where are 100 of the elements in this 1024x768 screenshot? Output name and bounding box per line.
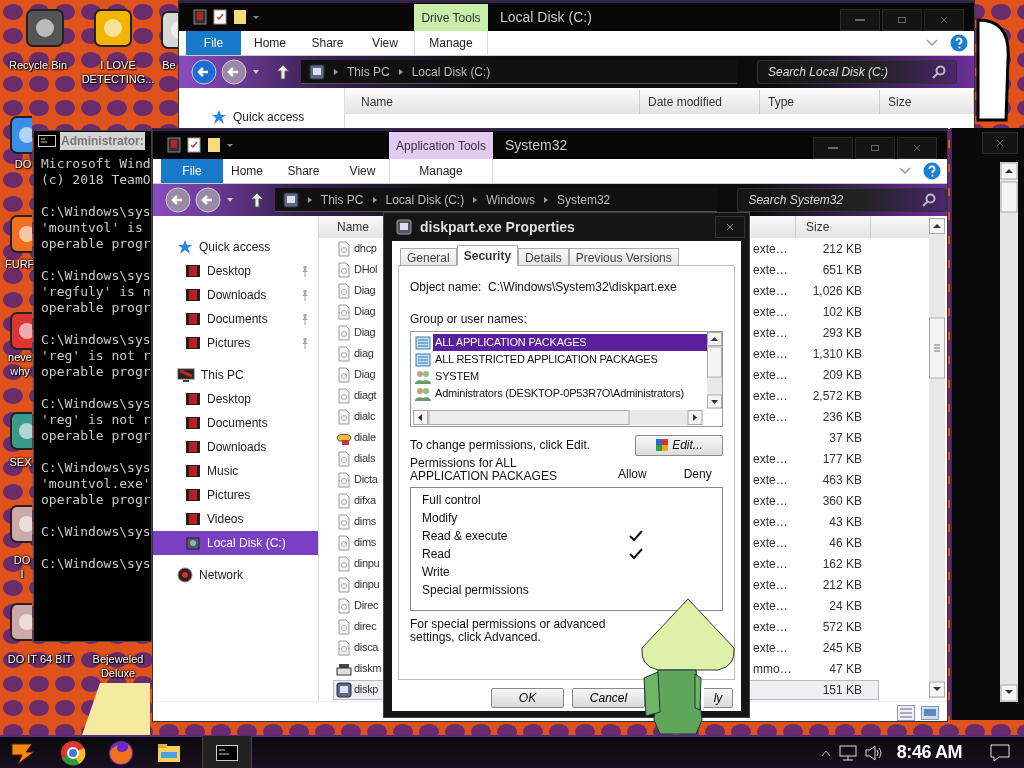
path-bar[interactable]: This PC Local Disk (C:) Windows System32	[274, 188, 718, 212]
nav-item[interactable]: Quick access	[199, 238, 271, 256]
column-header[interactable]: Date modified	[640, 90, 760, 114]
file-name[interactable]: diskm	[354, 660, 382, 677]
pin-icon	[300, 289, 310, 301]
minimize-button[interactable]	[813, 137, 853, 159]
minimize-button[interactable]	[840, 9, 880, 31]
file-name[interactable]: dinpu	[354, 576, 380, 593]
file-name[interactable]: Diag	[354, 324, 376, 341]
search-field[interactable]: Search Local Disk (C:)	[757, 60, 957, 84]
dialog-tab[interactable]: Security	[456, 245, 519, 266]
details-view-icon[interactable]	[897, 704, 915, 721]
list-item[interactable]: ALL RESTRICTED APPLICATION PACKAGES	[433, 351, 707, 368]
dialog-button[interactable]: OK	[491, 688, 564, 708]
dialog-tab[interactable]: General	[400, 248, 457, 266]
icon-label[interactable]: SEX	[8, 455, 33, 469]
dialog-tab[interactable]: Details	[518, 248, 569, 266]
network-icon[interactable]	[838, 744, 857, 761]
ribbon-tab[interactable]: Manage	[414, 31, 488, 55]
app-icon	[10, 505, 32, 543]
console-line: 'mountvol.exe'	[41, 476, 151, 492]
column-header[interactable]: Name	[319, 216, 384, 238]
breadcrumb[interactable]: System32	[556, 190, 611, 209]
file-name[interactable]: difxa	[354, 492, 376, 509]
nav-item[interactable]: This PC	[201, 366, 244, 384]
file-type: exte…	[753, 283, 788, 298]
nav-item[interactable]: Network	[199, 566, 243, 584]
browser-icon[interactable]	[60, 739, 86, 766]
forward-button[interactable]	[195, 187, 221, 213]
notification-icon[interactable]	[990, 743, 1010, 762]
ribbon-tab[interactable]: File	[186, 31, 241, 55]
column-header[interactable]: Type	[760, 90, 880, 114]
breadcrumb[interactable]: Local Disk (C:)	[385, 190, 465, 209]
edit-button[interactable]: Edit...	[635, 434, 723, 456]
column-header[interactable]: Size	[796, 216, 871, 238]
caret-up-icon[interactable]	[820, 748, 831, 757]
list-item[interactable]: ALL APPLICATION PACKAGES	[433, 334, 707, 351]
file-name[interactable]: Dicta	[354, 471, 378, 488]
file-name[interactable]: dhcp	[354, 240, 377, 257]
nav-item[interactable]: Music	[153, 459, 318, 483]
icon-label[interactable]: Be	[160, 58, 178, 72]
nav-item[interactable]: Documents	[153, 307, 318, 331]
volume-icon[interactable]	[864, 744, 883, 761]
file-name[interactable]: dims	[354, 513, 377, 530]
forward-button[interactable]	[221, 59, 247, 85]
ribbon-tab[interactable]: File	[161, 159, 223, 183]
back-button[interactable]	[165, 187, 191, 213]
file-name[interactable]: dialc	[354, 408, 376, 425]
dialog-tab[interactable]: Previous Versions	[568, 248, 679, 266]
file-type: exte…	[753, 598, 788, 613]
nav-item[interactable]: Local Disk (C:)	[153, 531, 318, 555]
dialog-button[interactable]: ly	[704, 688, 733, 708]
nav-item[interactable]: Pictures	[153, 483, 318, 507]
file-name[interactable]: dials	[354, 450, 376, 467]
file-name[interactable]: DHol	[354, 261, 378, 278]
file-icon	[336, 387, 352, 404]
list-item[interactable]: Administrators (DESKTOP-0P53R7O\Administrators)	[433, 385, 707, 402]
maximize-button[interactable]	[882, 9, 922, 31]
list-item[interactable]: SYSTEM	[433, 368, 707, 385]
icon-label[interactable]: FURF	[5, 257, 33, 271]
file-name[interactable]: diagt	[354, 387, 377, 404]
ribbon-tab[interactable]: Manage	[389, 159, 493, 183]
breadcrumb[interactable]: This PC	[320, 190, 364, 209]
breadcrumb[interactable]: Local Disk (C:)	[411, 62, 491, 81]
column-header[interactable]: Size	[880, 90, 974, 114]
nav-item[interactable]: Documents	[153, 411, 318, 435]
icon-label[interactable]: DO I	[11, 553, 33, 581]
nav-item[interactable]: Quick access	[233, 108, 305, 126]
nav-item[interactable]: Pictures	[153, 331, 318, 355]
file-name[interactable]: diskp	[354, 681, 379, 698]
column-header[interactable]: Name	[345, 90, 640, 114]
nav-item[interactable]: Desktop	[153, 259, 318, 283]
nav-item[interactable]: Downloads	[153, 283, 318, 307]
file-name[interactable]: dims	[354, 534, 377, 551]
breadcrumb[interactable]: This PC	[347, 62, 390, 81]
file-name[interactable]: Diag	[354, 366, 376, 383]
nav-item[interactable]: Downloads	[153, 435, 318, 459]
terminal-icon[interactable]	[216, 744, 238, 761]
thumbnail-view-icon[interactable]	[921, 704, 939, 721]
chevron-down-icon	[899, 167, 911, 175]
file-name[interactable]: Direc	[354, 597, 379, 614]
clock[interactable]: 8:46 AM	[896, 739, 962, 766]
icon-label[interactable]: DO	[13, 157, 33, 171]
breadcrumb[interactable]: Windows	[486, 190, 535, 209]
nav-item[interactable]: Desktop	[153, 387, 318, 411]
file-icon	[336, 534, 352, 551]
path-bar[interactable]: This PC Local Disk (C:)	[301, 60, 737, 84]
file-name[interactable]: Diag	[354, 303, 376, 320]
search-field[interactable]: Search System32	[737, 188, 947, 212]
dialog-button[interactable]: Cancel	[572, 688, 645, 708]
back-button[interactable]	[191, 59, 217, 85]
icon-label[interactable]: I LOVE DETECTING...	[78, 58, 158, 86]
file-name[interactable]: Diag	[354, 282, 376, 299]
file-name[interactable]: diag	[354, 345, 374, 362]
maximize-button[interactable]	[855, 137, 895, 159]
file-name[interactable]: disca	[354, 639, 379, 656]
file-name[interactable]: dinpu	[354, 555, 380, 572]
file-name[interactable]: direc	[354, 618, 377, 635]
nav-item[interactable]: Videos	[153, 507, 318, 531]
file-name[interactable]: diale	[354, 429, 376, 446]
